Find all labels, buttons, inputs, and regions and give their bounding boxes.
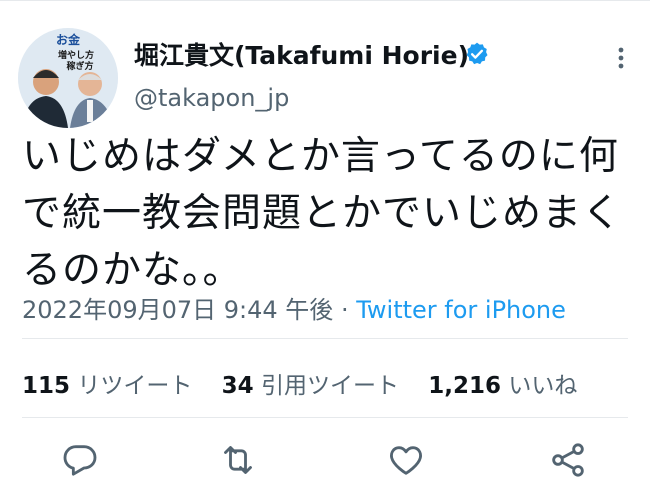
avatar-image: お金 増やし方 稼ぎ方 <box>18 28 118 128</box>
retweet-stat[interactable]: 115 リツイート <box>22 373 192 399</box>
tweet-card: お金 増やし方 稼ぎ方 堀江貴文(Takafumi Horie) @takapo… <box>0 0 650 495</box>
like-stat[interactable]: 1,216 いいね <box>428 373 577 399</box>
like-count: 1,216 <box>428 373 502 399</box>
retweet-icon[interactable] <box>218 440 258 480</box>
avatar[interactable]: お金 増やし方 稼ぎ方 <box>18 28 118 128</box>
reply-icon[interactable] <box>60 440 100 480</box>
quote-count: 34 <box>221 373 254 399</box>
author-name[interactable]: 堀江貴文(Takafumi Horie) <box>134 36 469 72</box>
more-options-icon[interactable] <box>606 44 636 72</box>
top-divider <box>0 0 650 1</box>
quote-label: 引用ツイート <box>260 373 399 399</box>
avatar-title-3: 稼ぎ方 <box>66 60 93 72</box>
tweet-timestamp[interactable]: 2022年09月07日 9:44 午後 <box>22 296 333 324</box>
quote-stat[interactable]: 34 引用ツイート <box>222 373 399 399</box>
tweet-text-line: いじめはダメとか言ってるのに何 <box>22 134 619 179</box>
author-handle[interactable]: @takapon_jp <box>134 84 289 112</box>
verified-badge-icon <box>466 42 488 65</box>
like-label: いいね <box>508 373 578 399</box>
retweet-count: 115 <box>22 373 71 399</box>
tweet-stats: 115 リツイート 34 引用ツイート 1,216 いいね <box>22 366 599 400</box>
tweet-text: いじめはダメとか言ってるのに何 で統一教会問題とかでいじめまく るのかな。。 <box>22 128 632 299</box>
like-icon[interactable] <box>386 440 426 480</box>
meta-separator: · <box>333 296 357 324</box>
divider <box>22 417 628 418</box>
tweet-meta: 2022年09月07日 9:44 午後 · Twitter for iPhone <box>22 290 566 325</box>
retweet-label: リツイート <box>77 373 193 399</box>
share-icon[interactable] <box>548 440 588 480</box>
avatar-title-1: お金 <box>56 32 81 47</box>
tweet-text-line: で統一教会問題とかでいじめまく <box>22 191 623 236</box>
tweet-source-link[interactable]: Twitter for iPhone <box>356 296 566 324</box>
divider <box>22 338 628 339</box>
avatar-title-2: 増やし方 <box>58 49 94 61</box>
